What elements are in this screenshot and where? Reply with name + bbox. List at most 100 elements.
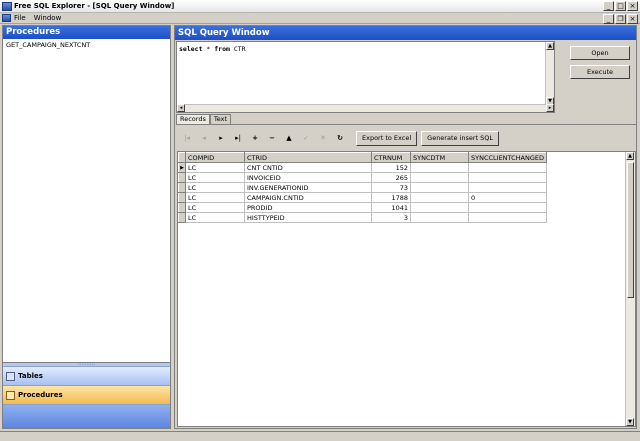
cell-compid[interactable]: LC — [185, 182, 245, 193]
scroll-left-arrow-icon[interactable]: ◂ — [177, 104, 185, 112]
column-header-syncclientchanged[interactable]: SYNCCLIENTCHANGED — [467, 152, 548, 163]
insert-record-icon[interactable]: + — [248, 131, 262, 145]
cell-syncdtm[interactable] — [410, 212, 469, 223]
navigator-toolbar: |◂ ◂ ▸ ▸| + − ▲ ✓ ✕ ↻ Export to Excel Ge… — [180, 130, 500, 146]
grid-scroll-thumb[interactable] — [627, 162, 634, 298]
delete-record-icon[interactable]: − — [265, 131, 279, 145]
title-bar: Free SQL Explorer - [SQL Query Window] _… — [0, 0, 640, 13]
editor-horizontal-scrollbar[interactable]: ◂ ▸ — [177, 104, 554, 112]
export-to-excel-button[interactable]: Export to Excel — [356, 130, 418, 146]
cell-ctrnum[interactable]: 1041 — [371, 202, 411, 213]
cell-compid[interactable]: LC — [185, 212, 245, 223]
scroll-right-arrow-icon[interactable]: ▸ — [546, 104, 554, 112]
cell-syncdtm[interactable] — [410, 162, 469, 173]
generate-insert-sql-button[interactable]: Generate insert SQL — [421, 130, 500, 146]
next-record-icon[interactable]: ▸ — [214, 131, 228, 145]
maximize-button[interactable]: □ — [615, 1, 626, 11]
row-indicator — [178, 192, 186, 203]
edit-record-icon[interactable]: ▲ — [282, 131, 296, 145]
cell-syncclientchanged[interactable] — [467, 182, 548, 193]
cell-syncdtm[interactable] — [410, 202, 469, 213]
cell-ctrnum[interactable]: 73 — [371, 182, 411, 193]
sql-from-keyword: from — [214, 45, 230, 53]
sql-editor[interactable]: select * from CTR ▲ ▼ ◂ ▸ — [176, 41, 555, 113]
column-header-ctrnum[interactable]: CTRNUM — [371, 152, 411, 163]
table-row[interactable]: ▶ LC CNT CNTID 152 — [178, 162, 548, 173]
grid-scroll-down-icon[interactable]: ▼ — [626, 418, 634, 426]
table-row[interactable]: LC CAMPAIGN.CNTID 1788 0 — [178, 192, 548, 203]
procedures-header: Procedures — [3, 26, 170, 39]
tab-records[interactable]: Records — [176, 114, 210, 124]
cell-compid[interactable]: LC — [185, 192, 245, 203]
open-button[interactable]: Open — [570, 46, 630, 60]
nav-procedures-button[interactable]: Procedures — [3, 385, 170, 404]
procedures-panel: Procedures GET_CAMPAIGN_NEXTCNT ::::::::… — [2, 25, 171, 429]
minimize-button[interactable]: _ — [603, 1, 614, 11]
cell-syncclientchanged[interactable] — [467, 162, 548, 173]
cell-ctrnum[interactable]: 152 — [371, 162, 411, 173]
close-button[interactable]: × — [627, 1, 638, 11]
editor-vertical-scrollbar[interactable]: ▲ ▼ — [545, 42, 554, 105]
grid-vertical-scrollbar[interactable]: ▲ ▼ — [625, 152, 635, 426]
cell-ctrid[interactable]: PRODID — [244, 202, 372, 213]
records-grid[interactable]: COMPID CTRID CTRNUM SYNCDTM SYNCCLIENTCH… — [177, 151, 636, 427]
cell-syncclientchanged[interactable] — [467, 212, 548, 223]
execute-button[interactable]: Execute — [570, 65, 630, 79]
cell-syncdtm[interactable] — [410, 172, 469, 183]
procedure-icon — [6, 390, 15, 400]
cell-ctrid[interactable]: CNT CNTID — [244, 162, 372, 173]
row-indicator-header — [178, 152, 186, 163]
cell-compid[interactable]: LC — [185, 172, 245, 183]
prior-record-icon[interactable]: ◂ — [197, 131, 211, 145]
scroll-up-arrow-icon[interactable]: ▲ — [546, 42, 554, 50]
cell-compid[interactable]: LC — [185, 202, 245, 213]
cell-ctrnum[interactable]: 1788 — [371, 192, 411, 203]
procedure-list: GET_CAMPAIGN_NEXTCNT — [3, 39, 170, 52]
query-window: SQL Query Window select * from CTR ▲ ▼ ◂… — [174, 25, 637, 429]
last-record-icon[interactable]: ▸| — [231, 131, 245, 145]
procedure-item[interactable]: GET_CAMPAIGN_NEXTCNT — [6, 41, 167, 50]
table-row[interactable]: LC PRODID 1041 — [178, 202, 548, 213]
menu-window[interactable]: Window — [34, 14, 62, 22]
cell-syncclientchanged[interactable] — [467, 202, 548, 213]
row-indicator — [178, 182, 186, 193]
cell-ctrid[interactable]: CAMPAIGN.CNTID — [244, 192, 372, 203]
mdi-close-button[interactable]: × — [627, 14, 638, 24]
nav-tables-button[interactable]: Tables — [3, 366, 170, 385]
cell-syncdtm[interactable] — [410, 192, 469, 203]
column-header-ctrid[interactable]: CTRID — [244, 152, 372, 163]
app-icon — [2, 1, 12, 11]
menu-file[interactable]: File — [14, 14, 26, 22]
mdi-minimize-button[interactable]: _ — [603, 14, 614, 24]
grid-scroll-up-icon[interactable]: ▲ — [626, 152, 634, 160]
cell-ctrid[interactable]: HISTTYPEID — [244, 212, 372, 223]
cancel-edit-icon[interactable]: ✕ — [316, 131, 330, 145]
menu-bar: File Window _ ❐ × — [0, 13, 640, 24]
child-window-icon[interactable] — [2, 14, 11, 22]
first-record-icon[interactable]: |◂ — [180, 131, 194, 145]
table-row[interactable]: LC INVOICEID 265 — [178, 172, 548, 183]
tab-text[interactable]: Text — [209, 114, 232, 124]
sql-table-name: CTR — [233, 45, 246, 53]
mdi-restore-button[interactable]: ❐ — [615, 14, 626, 24]
column-header-syncdtm[interactable]: SYNCDTM — [410, 152, 469, 163]
status-bar — [0, 431, 640, 441]
refresh-icon[interactable]: ↻ — [333, 131, 347, 145]
cell-ctrid[interactable]: INV.GENERATIONID — [244, 182, 372, 193]
tab-divider — [176, 124, 636, 125]
cell-compid[interactable]: LC — [185, 162, 245, 173]
cell-syncclientchanged[interactable]: 0 — [467, 192, 548, 203]
cell-ctrnum[interactable]: 3 — [371, 212, 411, 223]
cell-syncclientchanged[interactable] — [467, 172, 548, 183]
sql-text[interactable]: select * from CTR — [177, 42, 554, 56]
column-header-compid[interactable]: COMPID — [185, 152, 245, 163]
cell-ctrid[interactable]: INVOICEID — [244, 172, 372, 183]
table-row[interactable]: LC INV.GENERATIONID 73 — [178, 182, 548, 193]
cell-ctrnum[interactable]: 265 — [371, 172, 411, 183]
post-edit-icon[interactable]: ✓ — [299, 131, 313, 145]
row-indicator — [178, 202, 186, 213]
table-row[interactable]: LC HISTTYPEID 3 — [178, 212, 548, 223]
cell-syncdtm[interactable] — [410, 182, 469, 193]
result-tabs: Records Text — [176, 114, 232, 124]
window-title: Free SQL Explorer - [SQL Query Window] — [14, 2, 175, 10]
